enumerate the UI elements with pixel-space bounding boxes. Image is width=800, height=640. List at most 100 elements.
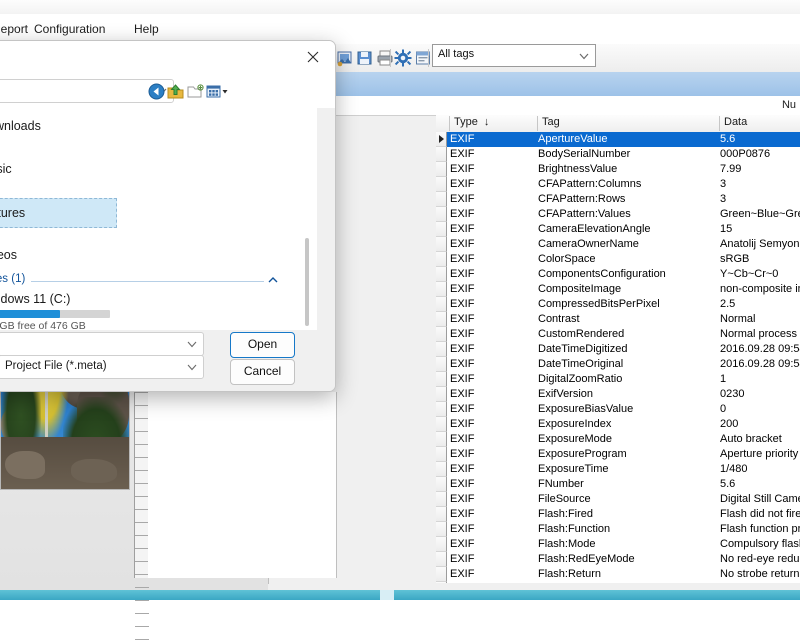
row-header-cell[interactable] [436, 192, 447, 207]
column-header-data[interactable]: Data [720, 116, 800, 131]
settings-gear-icon[interactable] [394, 49, 412, 67]
chevron-down-icon[interactable] [577, 49, 591, 63]
table-row[interactable]: EXIF CFAPattern:Values Green~Blue~Gre [436, 207, 800, 222]
row-header-cell[interactable] [436, 267, 447, 282]
chevron-up-icon[interactable] [267, 275, 279, 288]
table-row[interactable]: EXIF FileSource Digital Still Came [436, 492, 800, 507]
table-row[interactable]: EXIF FNumber 5.6 [436, 477, 800, 492]
row-header-cell[interactable] [436, 462, 447, 477]
places-item-pictures[interactable]: Pictures [0, 198, 117, 228]
up-folder-icon[interactable] [167, 83, 185, 99]
places-item-downloads[interactable]: Downloads [0, 112, 117, 142]
table-row[interactable]: EXIF ComponentsConfiguration Y~Cb~Cr~0 [436, 267, 800, 282]
row-header-cell[interactable] [436, 297, 447, 312]
table-row[interactable]: EXIF ExposureBiasValue 0 [436, 402, 800, 417]
row-header-cell[interactable] [436, 147, 447, 162]
row-header-cell[interactable] [436, 417, 447, 432]
row-header-cell[interactable] [436, 477, 447, 492]
chevron-down-icon[interactable] [186, 338, 198, 353]
row-header-cell[interactable] [436, 222, 447, 237]
table-row[interactable]: EXIF ExposureProgram Aperture priority [436, 447, 800, 462]
row-header-cell[interactable] [436, 312, 447, 327]
tag-filter-combobox[interactable]: All tags [432, 44, 596, 67]
open-button[interactable]: Open [230, 332, 295, 358]
menu-item-help[interactable]: Help [128, 20, 165, 38]
places-item-music[interactable]: Music [0, 155, 117, 185]
row-header-cell[interactable] [436, 492, 447, 507]
row-header-cell[interactable] [436, 387, 447, 402]
close-icon[interactable] [291, 41, 335, 73]
row-header-cell[interactable] [436, 567, 447, 582]
table-row[interactable]: EXIF ExposureMode Auto bracket [436, 432, 800, 447]
status-bar-handle[interactable] [380, 590, 394, 600]
table-row[interactable]: EXIF BrightnessValue 7.99 [436, 162, 800, 177]
table-row[interactable]: EXIF DateTimeOriginal 2016.09.28 09:54 [436, 357, 800, 372]
row-header-cell[interactable] [436, 342, 447, 357]
row-header-cell[interactable] [436, 132, 447, 147]
table-row[interactable]: EXIF ColorSpace sRGB [436, 252, 800, 267]
table-row[interactable]: EXIF CFAPattern:Rows 3 [436, 192, 800, 207]
open-file-dialog[interactable]: C [0, 40, 336, 392]
table-row[interactable]: EXIF CameraOwnerName Anatolij Semyono [436, 237, 800, 252]
row-header-cell[interactable] [436, 447, 447, 462]
table-row[interactable]: EXIF CFAPattern:Columns 3 [436, 177, 800, 192]
table-row[interactable]: EXIF BodySerialNumber 000P0876 [436, 147, 800, 162]
row-header-cell[interactable] [436, 432, 447, 447]
report-window-icon[interactable] [414, 49, 432, 67]
table-row[interactable]: EXIF Flash:RedEyeMode No red-eye reduc [436, 552, 800, 567]
row-header-cell[interactable] [436, 372, 447, 387]
view-options-icon[interactable] [206, 83, 230, 99]
table-row[interactable]: EXIF CameraElevationAngle 15 [436, 222, 800, 237]
new-folder-icon[interactable] [187, 83, 205, 99]
row-header-cell[interactable] [436, 402, 447, 417]
cell-type: EXIF [450, 478, 475, 490]
table-row[interactable]: EXIFFlashEnergy1 [436, 582, 800, 583]
places-item-videos[interactable]: Videos [0, 241, 117, 271]
devices-and-drives-group-header[interactable]: and drives (1) [0, 272, 317, 290]
dialog-list-scrollbar[interactable] [305, 238, 309, 326]
table-row[interactable]: EXIF CompressedBitsPerPixel 2.5 [436, 297, 800, 312]
filename-combobox[interactable] [0, 332, 204, 356]
row-header-cell[interactable] [436, 327, 447, 342]
print-icon[interactable] [376, 49, 394, 67]
table-row[interactable]: EXIF ApertureValue 5.6 [436, 132, 800, 147]
table-row[interactable]: EXIF Contrast Normal [436, 312, 800, 327]
table-row[interactable]: EXIF ExposureIndex 200 [436, 417, 800, 432]
chevron-down-icon[interactable] [186, 361, 198, 376]
save-icon[interactable] [356, 49, 374, 67]
table-row[interactable]: EXIF ExposureTime 1/480 [436, 462, 800, 477]
table-row[interactable]: EXIF DateTimeDigitized 2016.09.28 09:54 [436, 342, 800, 357]
table-row[interactable]: EXIF Flash:Fired Flash did not fire [436, 507, 800, 522]
table-row[interactable]: EXIF DigitalZoomRatio 1 [436, 372, 800, 387]
devices-group-label: and drives (1) [0, 273, 26, 285]
row-header-cell[interactable] [436, 252, 447, 267]
places-list[interactable]: Downloads Music Pictures Videos and driv… [0, 108, 317, 332]
row-header-cell[interactable] [436, 552, 447, 567]
row-header-cell[interactable] [436, 177, 447, 192]
metadata-grid[interactable]: Type ↓ Tag Data EXIF ApertureValue 5.6 EXIF… [436, 115, 800, 583]
table-row[interactable]: EXIF CustomRendered Normal process [436, 327, 800, 342]
filetype-combobox[interactable]: Project File (*.meta) [0, 355, 204, 379]
row-header-cell[interactable] [436, 162, 447, 177]
row-header-cell[interactable] [436, 282, 447, 297]
table-row[interactable]: EXIF CompositeImage non-composite in [436, 282, 800, 297]
row-header-cell[interactable] [436, 537, 447, 552]
row-header-cell[interactable] [436, 582, 447, 583]
cell-tag: CompositeImage [538, 283, 622, 295]
table-row[interactable]: EXIF Flash:Function Flash function pre [436, 522, 800, 537]
cancel-button[interactable]: Cancel [230, 359, 295, 385]
row-header-cell[interactable] [436, 237, 447, 252]
row-header-cell[interactable] [436, 207, 447, 222]
menu-item-configuration[interactable]: Configuration [28, 20, 111, 38]
table-row[interactable]: EXIF ExifVersion 0230 [436, 387, 800, 402]
table-row[interactable]: EXIF Flash:Mode Compulsory flash [436, 537, 800, 552]
column-header-type[interactable]: Type ↓ [450, 116, 538, 131]
open-image-icon[interactable] [336, 49, 354, 67]
row-header-cell[interactable] [436, 522, 447, 537]
drive-item-windows-c[interactable]: Windows 11 (C:) 186 GB free of 476 GB [0, 292, 317, 332]
back-icon[interactable] [148, 83, 166, 100]
row-header-cell[interactable] [436, 507, 447, 522]
column-header-tag[interactable]: Tag [538, 116, 720, 131]
row-header-cell[interactable] [436, 357, 447, 372]
table-row[interactable]: EXIF Flash:Return No strobe return [436, 567, 800, 582]
